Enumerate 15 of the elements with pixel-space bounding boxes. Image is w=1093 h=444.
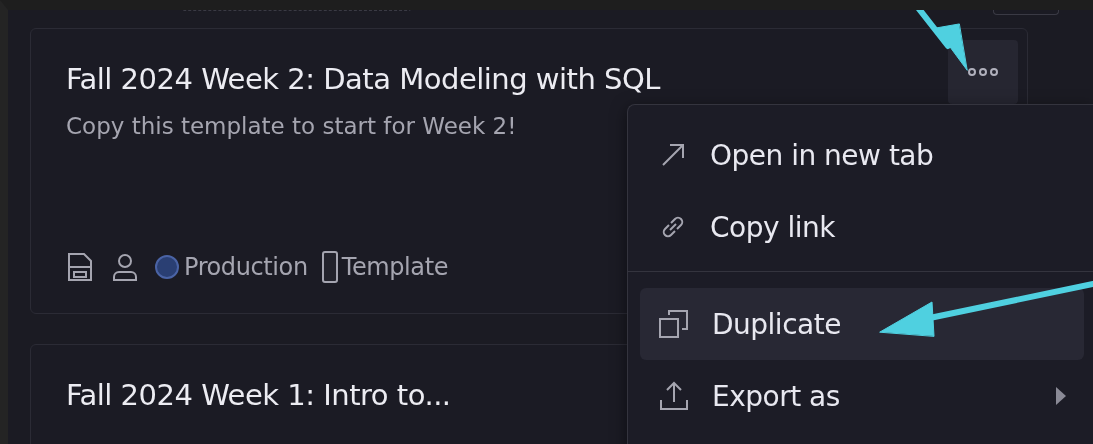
card-title[interactable]: Fall 2024 Week 2: Data Modeling with SQL (66, 61, 660, 97)
tag-icon (321, 251, 338, 283)
duplicate-icon (658, 308, 690, 340)
document-icon (66, 252, 94, 282)
status-label: Production (184, 253, 308, 281)
upload-icon (658, 380, 690, 412)
status-dot-icon (154, 254, 180, 280)
person-icon (110, 252, 140, 282)
tag-label: Template (341, 253, 448, 281)
menu-item[interactable]: Duplicate (640, 288, 1084, 360)
menu-item[interactable]: Export as (640, 360, 1084, 432)
more-button[interactable] (948, 40, 1018, 104)
more-icon (967, 67, 999, 77)
card-title[interactable]: Fall 2024 Week 1: Intro to... (66, 377, 451, 413)
card-description: Copy this template to start for Week 2! (66, 113, 517, 139)
